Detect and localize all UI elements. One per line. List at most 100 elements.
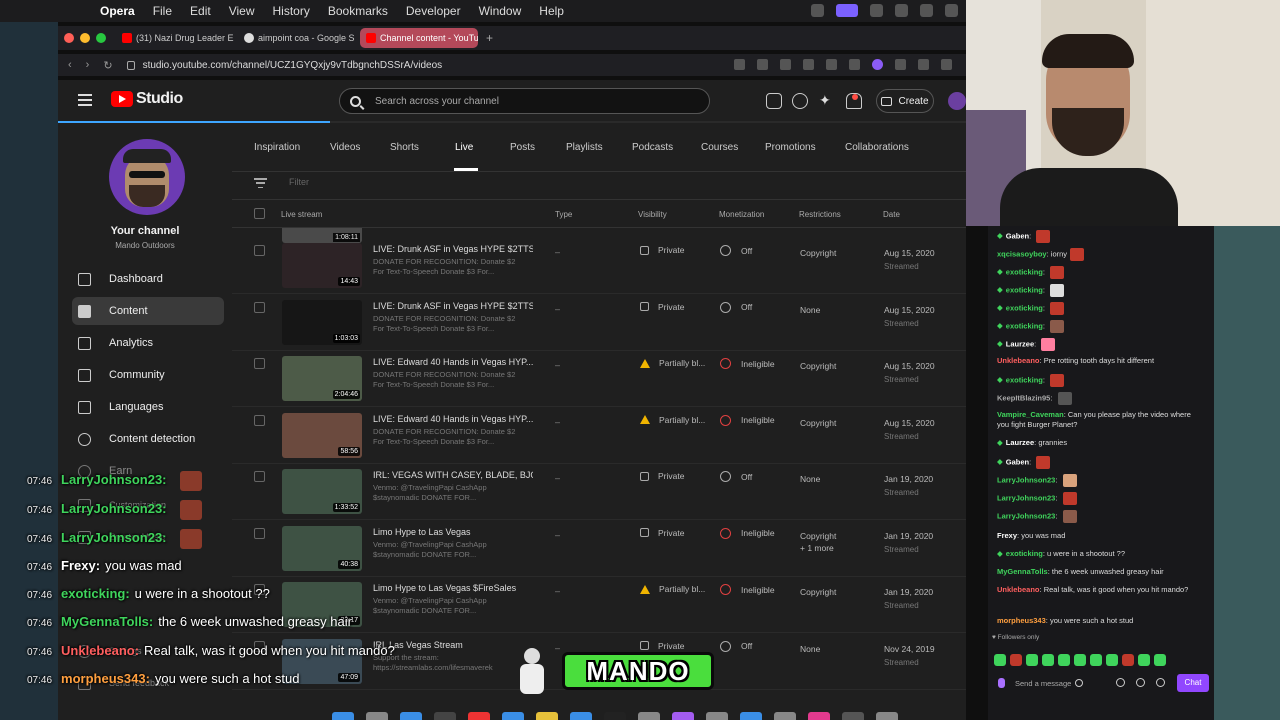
col-monetization[interactable]: Monetization <box>719 210 764 219</box>
extension-icon[interactable] <box>872 59 883 70</box>
account-avatar[interactable] <box>948 92 966 110</box>
row-checkbox[interactable] <box>254 245 265 256</box>
dock-app-icon[interactable] <box>570 712 592 720</box>
chat-username[interactable]: Laurzee <box>1006 438 1034 447</box>
emote-icon[interactable] <box>1010 654 1022 666</box>
chat-username[interactable]: LarryJohnson23 <box>997 475 1055 484</box>
dock-app-icon[interactable] <box>774 712 796 720</box>
col-live-stream[interactable]: Live stream <box>281 210 322 219</box>
sidebar-item-community[interactable]: Community <box>72 361 224 389</box>
menu-help[interactable]: Help <box>539 4 564 18</box>
chat-username[interactable]: morpheus343 <box>997 616 1046 625</box>
tab-posts[interactable]: Posts <box>510 142 535 153</box>
monetization-status[interactable]: Off <box>720 471 752 482</box>
sidebar-item-dashboard[interactable]: Dashboard <box>72 265 224 293</box>
chat-send-button[interactable]: Chat <box>1177 674 1209 692</box>
heart-icon[interactable] <box>826 59 837 70</box>
hamburger-menu-icon[interactable] <box>78 94 92 106</box>
emote-icon[interactable] <box>1090 654 1102 666</box>
visibility-dropdown[interactable]: Partially bl... <box>640 358 705 368</box>
tray-clock-icon[interactable] <box>920 4 933 17</box>
profile-icon[interactable] <box>918 59 929 70</box>
table-row[interactable]: 1:33:52 IRL: VEGAS WITH CASEY, BLADE, BJO… <box>232 463 966 520</box>
create-button[interactable]: Create <box>876 89 934 113</box>
video-title[interactable]: LIVE: Drunk ASF in Vegas HYPE $2TTS <box>373 244 533 254</box>
video-thumbnail[interactable]: 1:03:03 <box>282 299 362 345</box>
visibility-dropdown[interactable]: Partially bl... <box>640 415 705 425</box>
row-checkbox[interactable] <box>254 527 265 539</box>
shield-icon[interactable] <box>780 59 791 70</box>
dock-app-icon[interactable] <box>366 712 388 720</box>
dock-app-icon[interactable] <box>468 712 490 720</box>
tab-courses[interactable]: Courses <box>701 142 738 153</box>
restrictions-cell[interactable]: None <box>800 473 820 485</box>
tab-videos[interactable]: Videos <box>330 142 360 153</box>
filter-icon[interactable] <box>254 178 267 188</box>
studio-logo[interactable]: Studio <box>111 90 183 108</box>
chat-input[interactable]: Send a message <box>998 672 1108 694</box>
chat-username[interactable]: Gaben <box>1006 231 1029 240</box>
menu-edit[interactable]: Edit <box>190 4 211 18</box>
emote-icon[interactable] <box>1106 654 1118 666</box>
restrictions-cell[interactable]: Copyright <box>800 247 836 259</box>
sidebar-item-analytics[interactable]: Analytics <box>72 329 224 357</box>
tab-inspiration[interactable]: Inspiration <box>254 142 300 153</box>
dock-app-icon[interactable] <box>332 712 354 720</box>
row-checkbox[interactable] <box>254 358 265 369</box>
menu-window[interactable]: Window <box>479 4 522 18</box>
browser-tab[interactable]: (31) Nazi Drug Leader E <box>116 28 234 48</box>
reload-icon[interactable]: ↻ <box>103 59 112 72</box>
menu-developer[interactable]: Developer <box>406 4 461 18</box>
emote-icon[interactable] <box>1122 654 1134 666</box>
help-icon[interactable] <box>792 93 808 109</box>
chat-username[interactable]: Gaben <box>1006 457 1029 466</box>
dock-app-icon[interactable] <box>672 712 694 720</box>
row-checkbox[interactable] <box>254 301 265 313</box>
back-icon[interactable]: ‹ <box>68 59 72 71</box>
video-title[interactable]: Limo Hype to Las Vegas $FireSales <box>373 583 533 593</box>
tray-display-icon[interactable] <box>945 4 958 17</box>
emote-icon[interactable] <box>1138 654 1150 666</box>
channel-avatar[interactable] <box>109 139 185 215</box>
tab-podcasts[interactable]: Podcasts <box>632 142 673 153</box>
captions-icon[interactable] <box>766 93 782 109</box>
monetization-status[interactable]: Ineligible <box>720 414 775 426</box>
cube-icon[interactable] <box>941 59 952 70</box>
video-title[interactable]: LIVE: Edward 40 Hands in Vegas HYP... <box>373 414 533 424</box>
dock-app-icon[interactable] <box>808 712 830 720</box>
dock-app-icon[interactable] <box>740 712 762 720</box>
restrictions-cell[interactable]: None <box>800 643 820 655</box>
restrictions-cell[interactable]: Copyright <box>800 360 836 372</box>
monetization-status[interactable]: Off <box>720 640 752 652</box>
chat-username[interactable]: KeepItBlazin95 <box>997 393 1050 402</box>
sidebar-item-content[interactable]: Content <box>72 297 224 325</box>
video-thumbnail[interactable]: 1:33:52 <box>282 469 362 514</box>
menu-file[interactable]: File <box>153 4 172 18</box>
chat-username[interactable]: LarryJohnson23 <box>997 511 1055 520</box>
tray-moon-icon[interactable] <box>895 4 908 17</box>
emote-icon[interactable] <box>1026 654 1038 666</box>
restrictions-cell[interactable]: Copyright <box>800 417 836 429</box>
sidebar-item-content-detection[interactable]: Content detection <box>72 425 224 453</box>
minimize-window-button[interactable] <box>80 33 90 43</box>
row-checkbox[interactable] <box>254 414 265 426</box>
col-visibility[interactable]: Visibility <box>638 210 667 219</box>
chat-username[interactable]: LarryJohnson23 <box>997 493 1055 502</box>
emote-icon[interactable] <box>994 654 1006 666</box>
table-row[interactable]: 40:38 Limo Hype to Las Vegas Venmo: @Trave… <box>232 520 966 577</box>
tab-collaborations[interactable]: Collaborations <box>845 142 909 153</box>
sparkle-icon[interactable]: ✦ <box>819 93 835 109</box>
menu-bookmarks[interactable]: Bookmarks <box>328 4 388 18</box>
emoji-icon[interactable] <box>1075 679 1083 687</box>
tray-grid-icon[interactable] <box>870 4 883 17</box>
video-title[interactable]: LIVE: Edward 40 Hands in Vegas HYP... <box>373 357 533 367</box>
dock-app-icon[interactable] <box>502 712 524 720</box>
zoom-window-button[interactable] <box>96 33 106 43</box>
link-icon[interactable] <box>1136 678 1145 687</box>
dock-app-icon[interactable] <box>876 712 898 720</box>
chat-username[interactable]: MyGennaTolls <box>997 567 1048 576</box>
chat-username[interactable]: Frexy <box>997 531 1017 540</box>
monetization-status[interactable]: Ineligible <box>720 358 775 369</box>
visibility-dropdown[interactable]: Private <box>640 528 684 538</box>
tray-app-icon[interactable] <box>811 4 824 17</box>
